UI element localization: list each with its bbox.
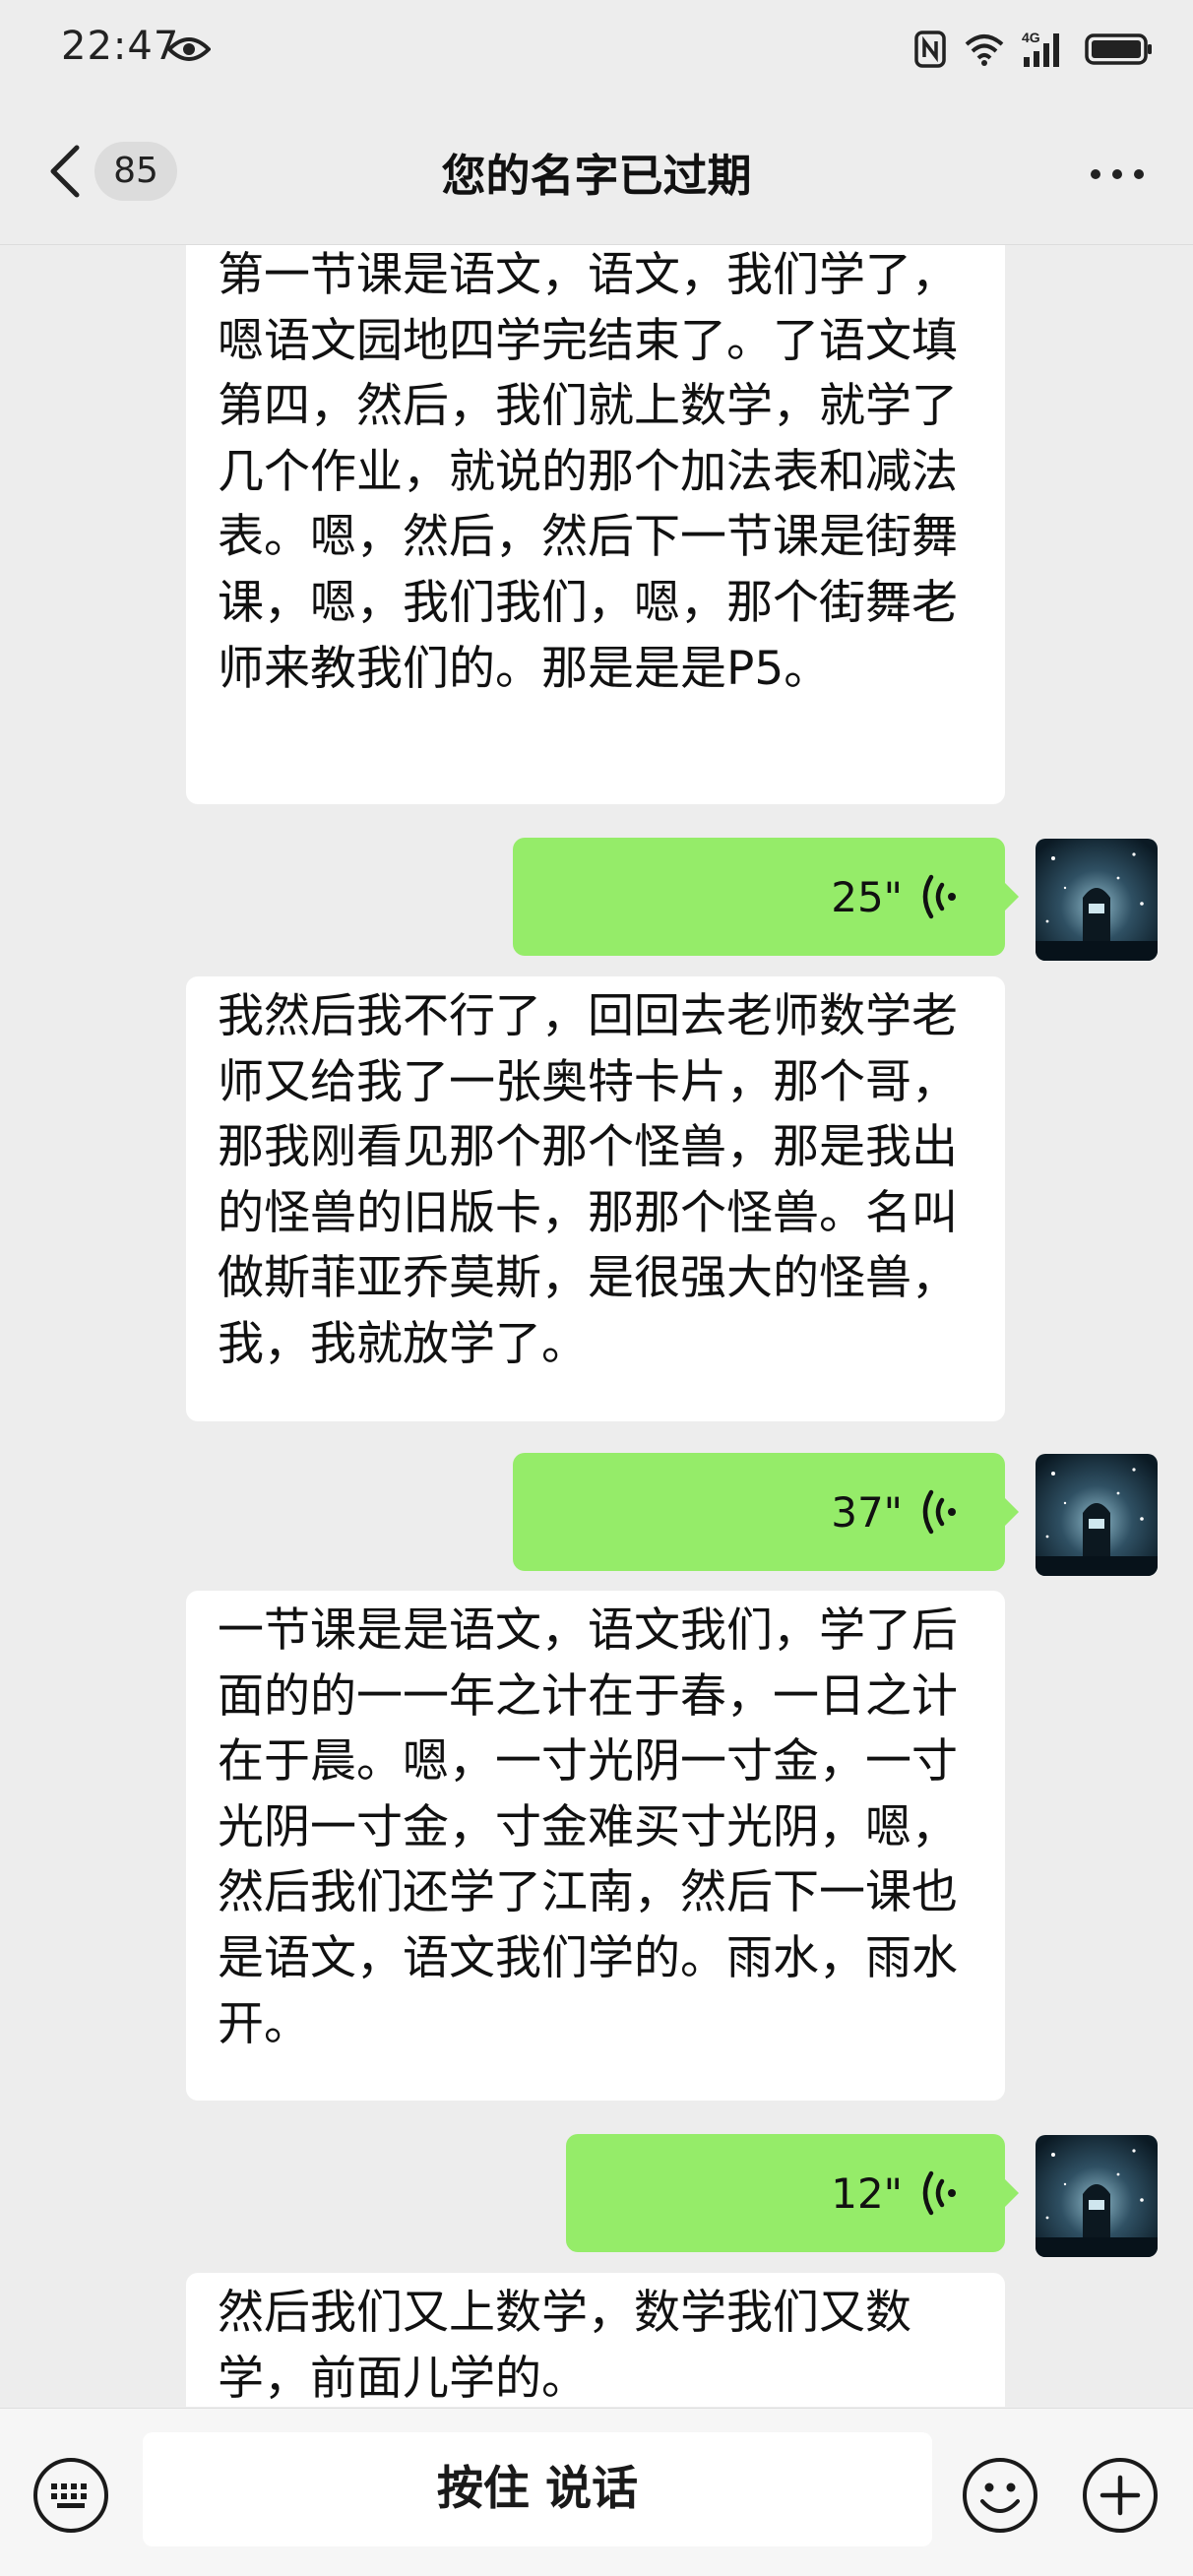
message-list[interactable]: 第一节课是语文，语文，我们学了，嗯语文园地四学完结束了。了语文填第四，然后，我们…	[0, 245, 1193, 2407]
plus-icon[interactable]	[1081, 2456, 1160, 2535]
voice-duration: 25"	[831, 873, 903, 921]
user-avatar[interactable]	[1036, 2135, 1158, 2257]
text-message-bubble: 我然后我不行了，回回去老师数学老师又给我了一张奥特卡片，那个哥，那我刚看见那个那…	[186, 976, 1005, 1421]
voice-duration: 12"	[831, 2169, 903, 2218]
message-text: 我然后我不行了，回回去老师数学老师又给我了一张奥特卡片，那个哥，那我刚看见那个那…	[218, 989, 958, 1371]
message-text: 第一节课是语文，语文，我们学了，嗯语文园地四学完结束了。了语文填第四，然后，我们…	[218, 248, 958, 696]
voice-message-bubble[interactable]: 37"	[513, 1453, 1019, 1571]
text-message-bubble: 第一节课是语文，语文，我们学了，嗯语文园地四学完结束了。了语文填第四，然后，我们…	[186, 245, 1005, 804]
message-text: 一节课是是语文，语文我们，学了后面的的一一年之计在于春，一日之计在于晨。嗯，一寸…	[218, 1603, 958, 2051]
voice-duration: 37"	[831, 1488, 903, 1537]
text-message-bubble: 一节课是是语文，语文我们，学了后面的的一一年之计在于春，一日之计在于晨。嗯，一寸…	[186, 1591, 1005, 2101]
hold-to-talk-button[interactable]: 按住 说话	[143, 2432, 932, 2546]
voice-message-bubble[interactable]: 25"	[513, 838, 1019, 956]
user-avatar[interactable]	[1036, 839, 1158, 961]
eye-icon	[167, 37, 211, 61]
chat-header: 85 您的名字已过期	[0, 98, 1193, 245]
nfc-icon	[914, 31, 946, 68]
status-icons: 4G	[913, 30, 1154, 69]
emoji-icon[interactable]	[961, 2456, 1039, 2535]
status-bar: 22:47 4G	[0, 0, 1193, 98]
voice-wave-icon	[922, 1489, 956, 1535]
keyboard-icon[interactable]	[31, 2456, 110, 2535]
wifi-icon	[965, 34, 1004, 66]
user-avatar[interactable]	[1036, 1454, 1158, 1576]
input-bar: 按住 说话	[0, 2408, 1193, 2576]
signal-4g-icon: 4G	[1022, 30, 1059, 67]
svg-text:4G: 4G	[1022, 30, 1040, 45]
text-message-bubble: 然后我们又上数学，数学我们又数学，前面儿学的。	[186, 2273, 1005, 2407]
voice-message-bubble[interactable]: 12"	[566, 2134, 1019, 2252]
message-text: 然后我们又上数学，数学我们又数学，前面儿学的。	[218, 2286, 911, 2406]
battery-icon	[1085, 33, 1152, 65]
more-options-icon[interactable]	[1091, 169, 1144, 179]
voice-wave-icon	[922, 874, 956, 919]
chat-title: 您的名字已过期	[441, 150, 752, 202]
voice-wave-icon	[922, 2170, 956, 2216]
status-time: 22:47	[61, 24, 180, 69]
